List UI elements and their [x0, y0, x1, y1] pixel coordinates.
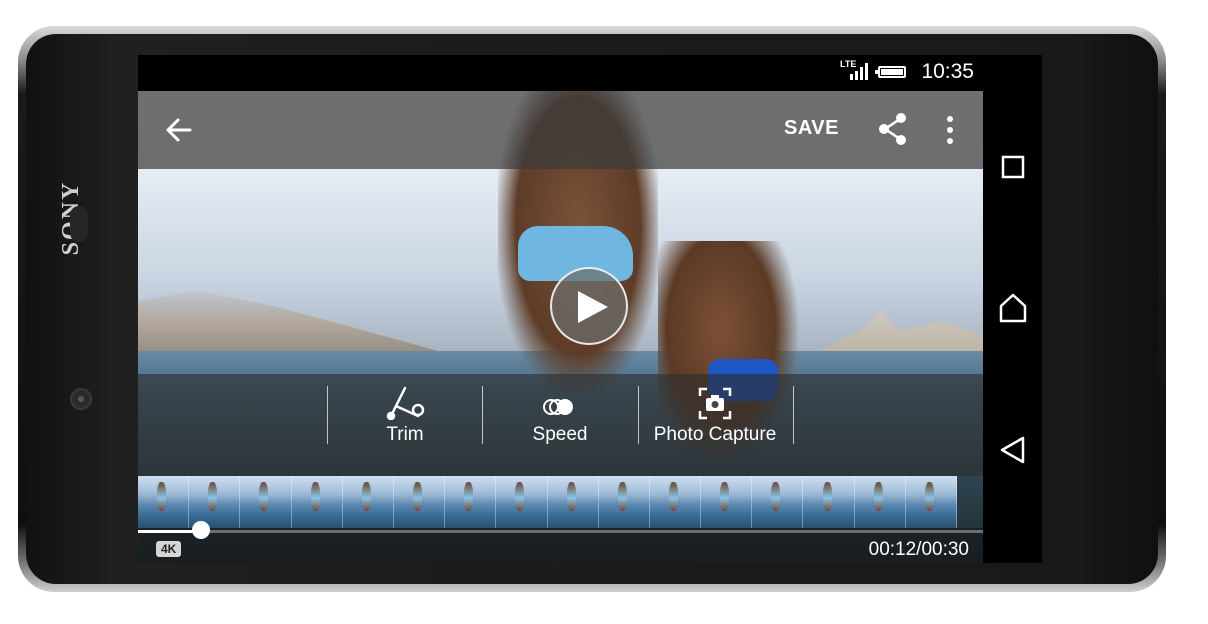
- photo-capture-button[interactable]: Photo Capture: [640, 382, 790, 452]
- timeline-frame: [496, 476, 548, 528]
- edit-toolbar: Trim Speed Photo Capture: [138, 374, 983, 476]
- scrub-track[interactable]: [138, 530, 983, 533]
- scissors-icon: [386, 386, 425, 420]
- timeline-frame: [752, 476, 804, 528]
- battery-icon: [875, 66, 906, 78]
- triangle-back-icon: [1000, 436, 1025, 464]
- back-button[interactable]: [162, 111, 196, 149]
- save-button[interactable]: SAVE: [784, 117, 839, 140]
- status-time: 10:35: [921, 60, 974, 83]
- timeline-frame: [240, 476, 292, 528]
- home-icon: [999, 293, 1027, 323]
- speed-button[interactable]: Speed: [485, 382, 635, 452]
- signal-icon: [850, 63, 868, 80]
- timeline-frame: [854, 476, 906, 528]
- timeline-frame: [138, 476, 190, 528]
- home-button[interactable]: [997, 292, 1029, 324]
- more-vert-icon: [947, 116, 953, 144]
- speed-icon: [543, 399, 573, 415]
- scrub-handle[interactable]: [192, 521, 210, 539]
- resolution-badge: 4K: [156, 541, 182, 557]
- camera-capture-icon: [698, 387, 732, 420]
- trim-button[interactable]: Trim: [330, 382, 480, 452]
- timeline-frame: [393, 476, 446, 528]
- nav-bar: [983, 91, 1042, 563]
- speed-label: Speed: [532, 424, 588, 445]
- timeline-frame: [701, 476, 753, 528]
- timeline-frame: [291, 476, 343, 528]
- status-bar: LTE 10:35: [138, 55, 1042, 91]
- trim-label: Trim: [386, 424, 424, 445]
- share-icon: [879, 113, 906, 145]
- progress-area: [138, 528, 983, 563]
- timeline-frame: [547, 476, 599, 528]
- screen: LTE 10:35 SAVE Trim Speed Photo Capture …: [138, 55, 1042, 563]
- photo-capture-label: Photo Capture: [653, 424, 777, 445]
- arrow-left-icon: [166, 118, 192, 142]
- nav-back-button[interactable]: [997, 434, 1029, 466]
- square-icon: [1001, 155, 1025, 179]
- toolbar-divider: [327, 386, 328, 444]
- timeline-frame: [189, 476, 241, 528]
- more-options-button[interactable]: [938, 113, 962, 147]
- play-button[interactable]: [550, 267, 628, 345]
- earpiece: [70, 206, 88, 242]
- timeline-frame: [342, 476, 394, 528]
- timeline-frame: [649, 476, 702, 528]
- filmstrip-timeline[interactable]: [138, 476, 983, 528]
- share-button[interactable]: [876, 111, 910, 147]
- timeline-frame: [445, 476, 497, 528]
- timeline-frame: [803, 476, 855, 528]
- toolbar-divider: [793, 386, 794, 444]
- play-icon: [578, 291, 608, 323]
- toolbar-divider: [482, 386, 483, 444]
- timeline-frame: [905, 476, 957, 528]
- front-camera: [70, 388, 92, 410]
- timecode: 00:12/00:30: [868, 539, 969, 560]
- timeline-frame: [598, 476, 650, 528]
- recents-button[interactable]: [997, 151, 1029, 183]
- toolbar-divider: [638, 386, 639, 444]
- app-bar: SAVE: [138, 91, 983, 169]
